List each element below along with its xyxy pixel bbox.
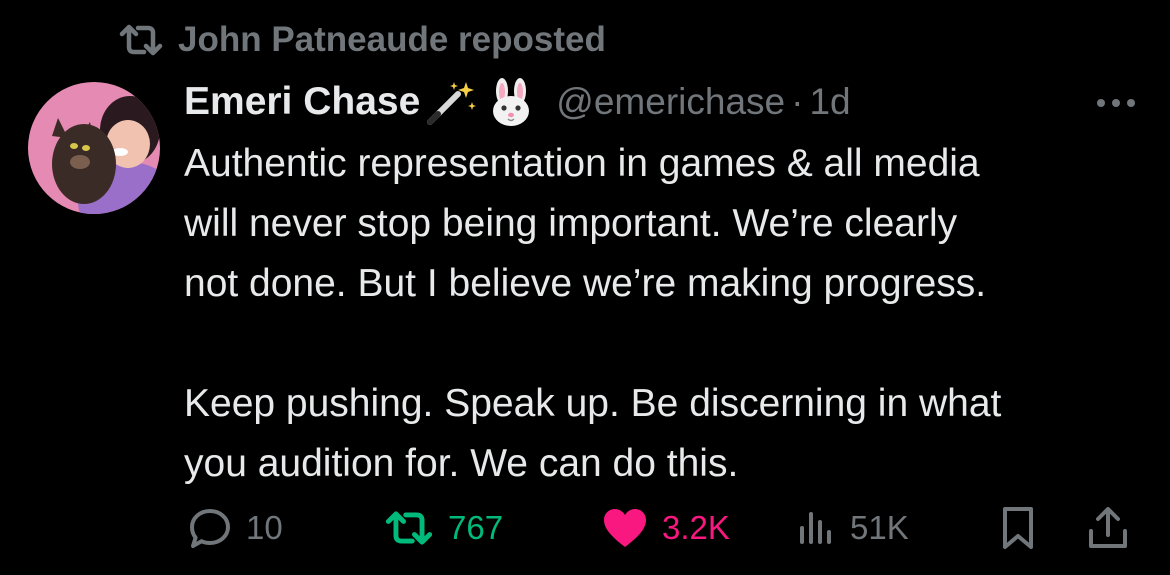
retweet-button[interactable]: 767 (384, 500, 503, 556)
author-display-name[interactable]: Emeri Chase (184, 80, 420, 124)
share-icon (1086, 505, 1130, 551)
post-timestamp[interactable]: 1d (809, 81, 850, 123)
magic-wand-icon (424, 78, 478, 126)
like-button[interactable]: 3.2K (602, 500, 730, 556)
tweet-body: Authentic representation in games & all … (184, 134, 1144, 494)
heart-icon (602, 507, 648, 549)
analytics-icon (796, 508, 836, 548)
tweet-header: Emeri Chase @emerichase · 1d (184, 76, 851, 128)
repost-indicator[interactable]: John Patneaude reposted (118, 18, 606, 62)
tweet-paragraph: Authentic representation in games & all … (184, 142, 987, 305)
author-handle[interactable]: @emerichase (556, 81, 785, 123)
rabbit-face-icon (488, 77, 534, 127)
like-count: 3.2K (662, 509, 730, 546)
tweet-paragraph: Keep pushing. Speak up. Be discerning in… (184, 382, 1002, 485)
reply-button[interactable]: 10 (188, 500, 283, 556)
more-options-icon[interactable] (1094, 96, 1138, 110)
views-count: 51K (850, 509, 909, 546)
retweet-count: 767 (448, 509, 504, 546)
bookmark-icon (1000, 505, 1036, 551)
reply-icon (188, 506, 232, 550)
bookmark-button[interactable] (1000, 500, 1036, 556)
retweet-icon (384, 510, 434, 546)
share-button[interactable] (1086, 500, 1130, 556)
repost-icon (118, 24, 164, 56)
reply-count: 10 (246, 509, 283, 546)
avatar[interactable] (28, 82, 160, 214)
repost-text: John Patneaude reposted (178, 20, 606, 59)
action-bar: 10 767 3.2K 51K (184, 500, 1144, 556)
views-button[interactable]: 51K (796, 500, 909, 556)
meta-separator: · (791, 81, 804, 122)
